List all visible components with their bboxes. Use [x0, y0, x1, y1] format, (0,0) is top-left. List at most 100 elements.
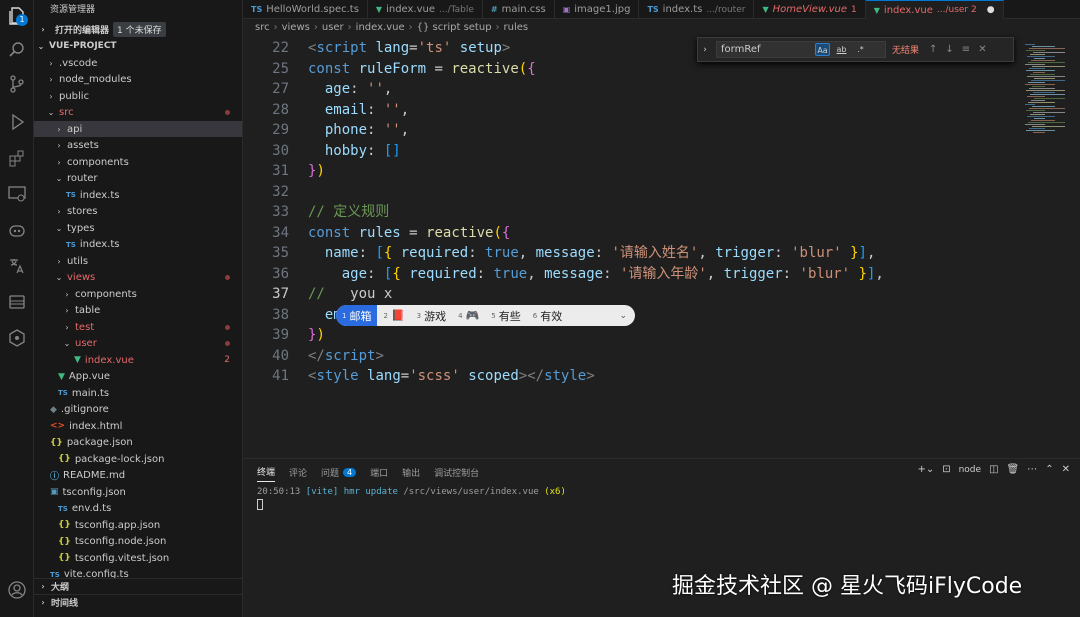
gitlens-icon[interactable]	[7, 328, 27, 348]
translate-icon[interactable]	[7, 256, 27, 276]
tree-item-stores[interactable]: › stores	[34, 204, 242, 220]
terminal-shell[interactable]: node	[959, 465, 981, 475]
tab-index-ts[interactable]: TS index.ts .../router	[639, 0, 755, 19]
regex-toggle[interactable]: .*	[853, 43, 868, 56]
tree-item-index-vue[interactable]: ▼ index.vue 2	[34, 352, 242, 368]
tree-item-tsconfig-json[interactable]: ▣ tsconfig.json	[34, 484, 242, 500]
tree-item-public[interactable]: › public	[34, 88, 242, 104]
minimap[interactable]	[1023, 36, 1080, 136]
match-case-toggle[interactable]: Aa	[815, 43, 830, 56]
split-terminal-icon[interactable]: ◫	[989, 464, 998, 475]
maximize-icon[interactable]: ⌃	[1045, 464, 1053, 475]
tree-item-index-ts[interactable]: TS index.ts	[34, 237, 242, 253]
tree-item-tsconfig-node-json[interactable]: {} tsconfig.node.json	[34, 534, 242, 550]
tree-item-tsconfig-app-json[interactable]: {} tsconfig.app.json	[34, 517, 242, 533]
tree-item-src[interactable]: ⌄ src	[34, 105, 242, 121]
whole-word-toggle[interactable]: ab	[834, 43, 849, 56]
database-icon[interactable]	[7, 292, 27, 312]
arrow-up-icon[interactable]: ↑	[929, 44, 937, 55]
minimap-line	[1033, 52, 1065, 53]
tree-item-types[interactable]: ⌄ types	[34, 220, 242, 236]
remote-icon[interactable]	[7, 184, 27, 204]
chevron-right-icon[interactable]: ›	[698, 45, 712, 55]
account-icon[interactable]	[7, 580, 27, 600]
run-debug-icon[interactable]	[7, 112, 27, 132]
tree-item-api[interactable]: › api	[34, 121, 242, 137]
more-icon[interactable]: ⋯	[1027, 464, 1037, 475]
timeline-section[interactable]: › 时间线	[34, 594, 242, 610]
breadcrumb-item[interactable]: rules	[504, 22, 529, 33]
ime-candidate[interactable]: 6 有效	[527, 305, 568, 326]
ime-candidate[interactable]: 4 🎮	[452, 305, 485, 326]
extensions-icon[interactable]	[7, 148, 27, 168]
breadcrumb-item[interactable]: views	[282, 22, 310, 33]
search-icon[interactable]	[7, 40, 27, 60]
minimap-line	[1027, 56, 1055, 57]
tree-item-tsconfig-vitest-json[interactable]: {} tsconfig.vitest.json	[34, 550, 242, 566]
tree-item--vscode[interactable]: › .vscode	[34, 55, 242, 71]
ime-candidate[interactable]: 5 有些	[485, 305, 526, 326]
tree-item-index-ts[interactable]: TS index.ts	[34, 187, 242, 203]
close-icon[interactable]: ✕	[1062, 464, 1070, 475]
panel-tab[interactable]: 问题 4	[321, 465, 357, 482]
tree-item-node-modules[interactable]: › node_modules	[34, 72, 242, 88]
source-control-icon[interactable]	[7, 74, 27, 94]
panel-tab[interactable]: 端口	[370, 465, 388, 482]
panel-tab[interactable]: 终端	[257, 465, 276, 482]
ts-file-icon: TS	[66, 240, 76, 249]
tree-item-user[interactable]: ⌄ user	[34, 336, 242, 352]
minimap-line	[1025, 44, 1035, 45]
expand-candidates-icon[interactable]: ⌄	[619, 311, 627, 321]
tab-homeview-vue[interactable]: ▼ HomeView.vue 1	[754, 0, 866, 19]
ime-candidate[interactable]: 3 游戏	[411, 305, 452, 326]
open-editors-header[interactable]: › 打开的编辑器 1 个未保存	[38, 22, 166, 37]
panel-tab[interactable]: 调试控制台	[434, 465, 479, 482]
tree-item--gitignore[interactable]: ◆ .gitignore	[34, 402, 242, 418]
terminal-output[interactable]: 20:50:13 [vite] hmr update /src/views/us…	[257, 487, 566, 497]
breadcrumb-item[interactable]: index.vue	[356, 22, 405, 33]
copilot-icon[interactable]	[7, 220, 27, 240]
tree-item-label: tsconfig.json	[62, 486, 126, 498]
arrow-down-icon[interactable]: ↓	[945, 44, 953, 55]
tree-item-readme-md[interactable]: ⓘ README.md	[34, 468, 242, 484]
json-file-icon: {}	[58, 536, 71, 547]
tree-item-package-lock-json[interactable]: {} package-lock.json	[34, 451, 242, 467]
tab-main-css[interactable]: # main.css	[483, 0, 555, 19]
code-editor[interactable]: 22 <script lang='ts' setup> 25 const ruleFo…	[243, 36, 1023, 456]
panel-tab[interactable]: 评论	[289, 465, 307, 482]
tab-helloworld-spec-ts[interactable]: TS HelloWorld.spec.ts	[243, 0, 368, 19]
tree-item-index-html[interactable]: <> index.html	[34, 418, 242, 434]
tree-item-app-vue[interactable]: ▼ App.vue	[34, 369, 242, 385]
ime-candidate[interactable]: 1 邮箱	[336, 305, 378, 326]
tree-item-utils[interactable]: › utils	[34, 253, 242, 269]
breadcrumb-item[interactable]: src	[255, 22, 270, 33]
tree-item-router[interactable]: ⌄ router	[34, 171, 242, 187]
tab-index-vue[interactable]: ▼ index.vue .../user 2 ●	[865, 0, 1004, 19]
tree-item-components[interactable]: › components	[34, 154, 242, 170]
ime-candidate[interactable]: 2 📕	[377, 305, 410, 326]
add-terminal-icon[interactable]: +⌄	[917, 464, 934, 475]
find-input[interactable]: formRef Aa ab .*	[716, 41, 886, 58]
tree-item-assets[interactable]: › assets	[34, 138, 242, 154]
tree-item-package-json[interactable]: {} package.json	[34, 435, 242, 451]
panel-tab[interactable]: 输出	[402, 465, 420, 482]
chevron-down-icon: ⌄	[37, 41, 45, 51]
outline-section[interactable]: › 大纲	[34, 578, 242, 594]
tree-item-main-ts[interactable]: TS main.ts	[34, 385, 242, 401]
tree-item-env-d-ts[interactable]: TS env.d.ts	[34, 501, 242, 517]
breadcrumb-item[interactable]: user	[322, 22, 344, 33]
tree-item-label: index.ts	[79, 239, 120, 250]
tab-index-vue[interactable]: ▼ index.vue .../Table	[368, 0, 483, 19]
breadcrumb-item[interactable]: {} script setup	[417, 22, 492, 33]
tab-image1-jpg[interactable]: ▣ image1.jpg	[555, 0, 640, 19]
close-icon[interactable]: ✕	[978, 44, 986, 55]
project-header[interactable]: ⌄ VUE-PROJECT	[34, 38, 242, 54]
tree-item-table[interactable]: › table	[34, 303, 242, 319]
tree-item-test[interactable]: › test	[34, 319, 242, 335]
tree-item-views[interactable]: ⌄ views	[34, 270, 242, 286]
unsaved-dot-icon[interactable]: ●	[987, 5, 995, 15]
find-selection-icon[interactable]: ≡	[962, 44, 970, 55]
trash-icon[interactable]: 🗑	[1007, 464, 1020, 475]
tree-item-components[interactable]: › components	[34, 286, 242, 302]
minimap-line	[1026, 70, 1055, 71]
